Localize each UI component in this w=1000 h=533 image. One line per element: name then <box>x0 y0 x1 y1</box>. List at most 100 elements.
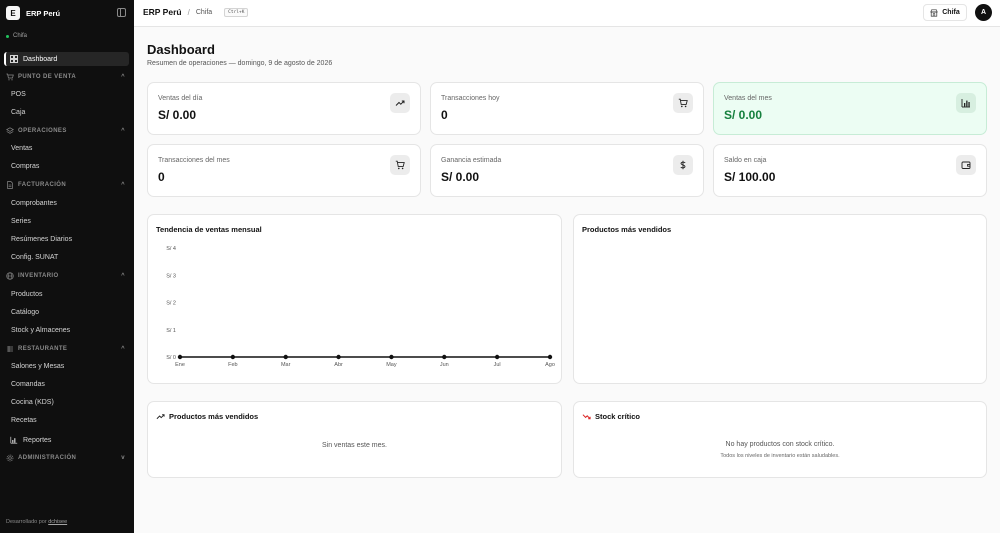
stat-value: S/ 100.00 <box>724 170 776 184</box>
page-subtitle: Resumen de operaciones — domingo, 9 de a… <box>147 60 333 67</box>
panel-title-text: Productos más vendidos <box>169 412 259 421</box>
section-inventario[interactable]: INVENTARIO ^ <box>4 270 129 282</box>
section-facturacion[interactable]: FACTURACIÓN ^ <box>4 179 129 191</box>
empty-state-subtext: Todos los niveles de inventario están sa… <box>720 453 840 459</box>
section-administracion[interactable]: ADMINISTRACIÓN v <box>4 452 129 464</box>
stat-label: Ventas del mes <box>724 95 772 102</box>
y-tick-label: S/ 1 <box>166 328 176 334</box>
chevron-down-icon: v <box>121 455 125 461</box>
stat-value: S/ 0.00 <box>724 108 763 122</box>
footer-text: Desarrollado por <box>6 519 49 525</box>
sidebar-toggle-icon[interactable] <box>117 8 126 17</box>
sidebar-item-recetas[interactable]: Recetas <box>4 413 129 427</box>
panel-title: Stock crítico <box>582 412 640 421</box>
y-tick-label: S/ 2 <box>166 301 176 307</box>
section-punto-de-venta[interactable]: PUNTO DE VENTA ^ <box>4 71 129 83</box>
footer-link[interactable]: dchisee <box>48 519 67 525</box>
cart-icon <box>673 93 693 113</box>
section-title: RESTAURANTE <box>18 346 68 352</box>
data-point[interactable] <box>336 354 341 360</box>
sidebar-item-label: Stock y Almacenes <box>11 326 71 334</box>
y-tick-label: S/ 3 <box>166 273 176 279</box>
brand-logo: E <box>6 6 20 20</box>
x-tick-label: May <box>386 362 397 368</box>
trend-chart-panel: Tendencia de ventas mensual S/ 0 S/ 1 S/ 2… <box>147 214 562 384</box>
stat-label: Transacciones hoy <box>441 95 500 102</box>
sidebar-item-config-sunat[interactable]: Config. SUNAT <box>4 250 129 264</box>
stat-label: Saldo en caja <box>724 157 767 164</box>
y-tick-label: S/ 0 <box>166 355 176 361</box>
top-products-chart-panel: Productos más vendidos <box>573 214 987 384</box>
chevron-up-icon: ^ <box>121 273 125 279</box>
data-point[interactable] <box>494 354 500 360</box>
section-restaurante[interactable]: RESTAURANTE ^ <box>4 343 129 355</box>
stat-value: 0 <box>158 170 165 184</box>
sidebar-item-stock-almacenes[interactable]: Stock y Almacenes <box>4 323 129 337</box>
avatar[interactable]: A <box>975 4 992 21</box>
sidebar-item-pos[interactable]: POS <box>4 87 129 101</box>
section-title: INVENTARIO <box>18 273 59 279</box>
sidebar-item-label: Ventas <box>11 144 33 152</box>
x-tick-label: Abr <box>334 362 343 368</box>
sidebar-item-label: Productos <box>11 290 43 298</box>
chevron-up-icon: ^ <box>121 128 125 134</box>
data-point[interactable] <box>230 354 236 360</box>
sidebar-item-comandas[interactable]: Comandas <box>4 377 129 391</box>
sidebar-item-cocina-kds[interactable]: Cocina (KDS) <box>4 395 129 409</box>
section-title: ADMINISTRACIÓN <box>18 455 77 461</box>
grid-icon <box>10 55 18 63</box>
sidebar-item-caja[interactable]: Caja <box>4 105 129 119</box>
sidebar-item-label: Comprobantes <box>11 199 57 207</box>
sidebar-item-series[interactable]: Series <box>4 214 129 228</box>
sidebar-item-comprobantes[interactable]: Comprobantes <box>4 196 129 210</box>
stat-label: Transacciones del mes <box>158 157 230 164</box>
sidebar-item-label: Compras <box>11 162 40 170</box>
sidebar-item-label: Cocina (KDS) <box>11 398 54 406</box>
stat-card-saldo-caja: Saldo en caja S/ 100.00 <box>713 144 987 197</box>
x-tick-label: Feb <box>228 362 237 368</box>
x-tick-label: Mar <box>281 362 291 368</box>
stat-card-transacciones-hoy: Transacciones hoy 0 <box>430 82 704 135</box>
sidebar-item-label: Comandas <box>11 380 45 388</box>
data-point[interactable] <box>547 354 553 360</box>
sidebar-item-catalogo[interactable]: Catálogo <box>4 305 129 319</box>
wallet-icon <box>956 155 976 175</box>
sidebar-item-compras[interactable]: Compras <box>4 159 129 173</box>
sidebar-item-ventas[interactable]: Ventas <box>4 141 129 155</box>
sidebar-item-label: Salones y Mesas <box>11 362 65 370</box>
cart-icon <box>6 73 14 81</box>
footer: Desarrollado por dchisee <box>6 519 67 525</box>
branch-indicator: Chifa <box>6 31 27 41</box>
data-point[interactable] <box>442 354 447 360</box>
empty-state-text: No hay productos con stock crítico. <box>725 441 835 448</box>
section-operaciones[interactable]: OPERACIONES ^ <box>4 125 129 137</box>
data-point[interactable] <box>389 354 394 360</box>
panel-title-text: Stock crítico <box>595 412 641 421</box>
sidebar-item-salones-mesas[interactable]: Salones y Mesas <box>4 359 129 373</box>
data-point[interactable] <box>177 354 183 360</box>
sidebar-item-productos[interactable]: Productos <box>4 287 129 301</box>
stat-label: Ventas del día <box>158 95 203 102</box>
breadcrumb: ERP Perú / Chifa Ctrl+K <box>143 7 249 17</box>
topbar: ERP Perú / Chifa Ctrl+K Chifa A <box>134 0 1000 27</box>
command-shortcut[interactable]: Ctrl+K <box>224 7 249 17</box>
section-title: OPERACIONES <box>18 128 67 134</box>
chevron-up-icon: ^ <box>121 74 125 80</box>
sidebar-item-label: POS <box>11 90 26 98</box>
stat-card-ganancia-estimada: Ganancia estimada S/ 0.00 <box>430 144 704 197</box>
section-title: FACTURACIÓN <box>18 182 67 188</box>
bar-chart-icon <box>956 93 976 113</box>
sidebar-item-resumenes-diarios[interactable]: Resúmenes Diarios <box>4 232 129 246</box>
data-point[interactable] <box>283 354 288 360</box>
store-icon <box>930 8 938 17</box>
sidebar-item-reportes[interactable]: Reportes <box>4 433 129 447</box>
x-tick-label: Jun <box>440 362 449 368</box>
sidebar-item-dashboard[interactable]: Dashboard <box>4 52 129 66</box>
breadcrumb-current: Chifa <box>195 8 213 16</box>
breadcrumb-app[interactable]: ERP Perú <box>143 7 182 17</box>
empty-state-text: Sin ventas este mes. <box>322 442 387 449</box>
y-tick-label: S/ 4 <box>166 246 176 252</box>
sidebar-item-label: Dashboard <box>23 55 58 63</box>
branch-selector-button[interactable]: Chifa <box>923 4 967 21</box>
file-icon <box>6 181 14 189</box>
